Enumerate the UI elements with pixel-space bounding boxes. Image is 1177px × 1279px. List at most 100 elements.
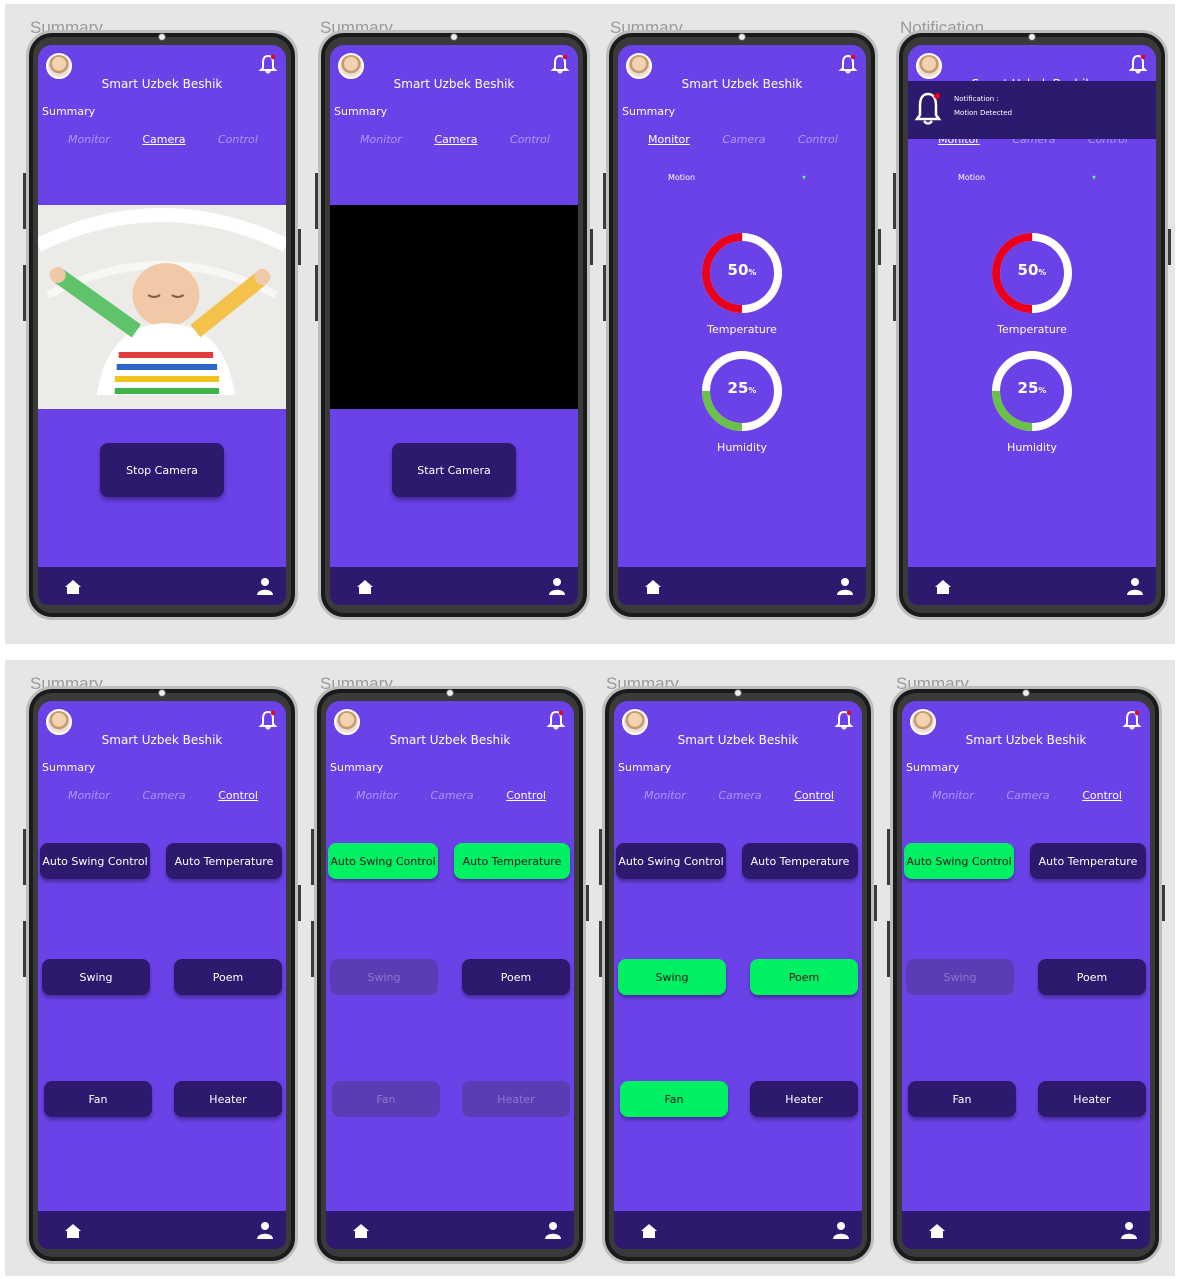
swing-button[interactable]: Swing xyxy=(330,959,438,995)
avatar[interactable] xyxy=(910,709,936,735)
side-button xyxy=(315,173,318,229)
poem-button[interactable]: Poem xyxy=(1038,959,1146,995)
avatar[interactable] xyxy=(338,53,364,79)
bottom-nav-bar xyxy=(326,1211,574,1249)
humidity-gauge: 25% xyxy=(700,349,784,433)
home-icon[interactable] xyxy=(644,579,662,595)
bell-icon[interactable] xyxy=(258,709,278,731)
tab-monitor[interactable]: Monitor xyxy=(644,789,686,802)
tab-monitor[interactable]: Monitor xyxy=(68,789,110,802)
tab-camera[interactable]: Camera xyxy=(142,133,185,146)
bell-icon[interactable] xyxy=(1122,709,1142,731)
bell-icon[interactable] xyxy=(546,709,566,731)
home-icon[interactable] xyxy=(64,579,82,595)
start-camera-button[interactable]: Start Camera xyxy=(392,443,516,497)
bell-icon[interactable] xyxy=(258,53,278,75)
side-button xyxy=(893,265,896,321)
tab-monitor[interactable]: Monitor xyxy=(648,133,690,146)
user-icon[interactable] xyxy=(832,1221,850,1239)
summary-label: Summary xyxy=(42,761,96,774)
swing-button[interactable]: Swing xyxy=(906,959,1014,995)
tab-monitor[interactable]: Monitor xyxy=(360,133,402,146)
humidity-number: 25 xyxy=(727,379,749,397)
tab-monitor[interactable]: Monitor xyxy=(356,789,398,802)
user-icon[interactable] xyxy=(548,577,566,595)
fan-button[interactable]: Fan xyxy=(332,1081,440,1117)
tab-control[interactable]: Control xyxy=(510,133,550,146)
tab-control[interactable]: Control xyxy=(506,789,546,802)
tab-camera[interactable]: Camera xyxy=(142,789,185,802)
poem-button[interactable]: Poem xyxy=(462,959,570,995)
home-icon[interactable] xyxy=(934,579,952,595)
tab-bar: Monitor Camera Control xyxy=(932,789,1122,802)
auto-temp-button[interactable]: Auto Temperature xyxy=(742,843,858,879)
tab-control[interactable]: Control xyxy=(794,789,834,802)
fan-button[interactable]: Fan xyxy=(908,1081,1016,1117)
temperature-unit: % xyxy=(748,268,757,277)
home-icon[interactable] xyxy=(640,1223,658,1239)
home-icon[interactable] xyxy=(64,1223,82,1239)
home-icon[interactable] xyxy=(352,1223,370,1239)
heater-button[interactable]: Heater xyxy=(750,1081,858,1117)
summary-label: Summary xyxy=(42,105,96,118)
auto-temp-button[interactable]: Auto Temperature xyxy=(1030,843,1146,879)
tab-control[interactable]: Control xyxy=(798,133,838,146)
user-icon[interactable] xyxy=(1120,1221,1138,1239)
tab-camera[interactable]: Camera xyxy=(434,133,477,146)
app-title: Smart Uzbek Beshik xyxy=(677,733,799,747)
side-button xyxy=(315,265,318,321)
heater-button[interactable]: Heater xyxy=(174,1081,282,1117)
stop-camera-button[interactable]: Stop Camera xyxy=(100,443,224,497)
tab-monitor[interactable]: Monitor xyxy=(932,789,974,802)
heater-button[interactable]: Heater xyxy=(462,1081,570,1117)
fan-button[interactable]: Fan xyxy=(44,1081,152,1117)
user-icon[interactable] xyxy=(1126,577,1144,595)
notification-banner[interactable]: Notification : Motion Detected xyxy=(908,81,1156,139)
swing-button[interactable]: Swing xyxy=(618,959,726,995)
user-icon[interactable] xyxy=(256,1221,274,1239)
fan-button[interactable]: Fan xyxy=(620,1081,728,1117)
auto-temp-button[interactable]: Auto Temperature xyxy=(454,843,570,879)
bell-icon[interactable] xyxy=(834,709,854,731)
auto-swing-button[interactable]: Auto Swing Control xyxy=(40,843,150,879)
home-icon[interactable] xyxy=(928,1223,946,1239)
avatar[interactable] xyxy=(626,53,652,79)
avatar[interactable] xyxy=(46,709,72,735)
tab-camera[interactable]: Camera xyxy=(718,789,761,802)
avatar[interactable] xyxy=(622,709,648,735)
bell-icon[interactable] xyxy=(838,53,858,75)
swing-button[interactable]: Swing xyxy=(42,959,150,995)
tab-camera[interactable]: Camera xyxy=(722,133,765,146)
auto-swing-button[interactable]: Auto Swing Control xyxy=(904,843,1014,879)
bottom-nav-bar xyxy=(330,567,578,605)
bell-icon[interactable] xyxy=(1128,53,1148,75)
tab-control[interactable]: Control xyxy=(218,789,258,802)
tab-control[interactable]: Control xyxy=(1082,789,1122,802)
user-icon[interactable] xyxy=(836,577,854,595)
side-button xyxy=(599,829,602,885)
tab-control[interactable]: Control xyxy=(218,133,258,146)
avatar[interactable] xyxy=(46,53,72,79)
side-button xyxy=(874,885,877,921)
tab-bar: Monitor Camera Control xyxy=(356,789,546,802)
auto-swing-button[interactable]: Auto Swing Control xyxy=(616,843,726,879)
side-button xyxy=(887,829,890,885)
bell-icon[interactable] xyxy=(550,53,570,75)
side-button xyxy=(23,921,26,977)
app-screen: Smart Uzbek Beshik Summary Monitor Camera Co… xyxy=(38,701,286,1249)
auto-swing-button[interactable]: Auto Swing Control xyxy=(328,843,438,879)
heater-button[interactable]: Heater xyxy=(1038,1081,1146,1117)
app-screen: Smart Uzbek Beshik Summary Monitor Camera Co… xyxy=(326,701,574,1249)
tab-monitor[interactable]: Monitor xyxy=(68,133,110,146)
home-icon[interactable] xyxy=(356,579,374,595)
auto-temp-button[interactable]: Auto Temperature xyxy=(166,843,282,879)
poem-button[interactable]: Poem xyxy=(750,959,858,995)
avatar[interactable] xyxy=(334,709,360,735)
avatar[interactable] xyxy=(916,53,942,79)
tab-camera[interactable]: Camera xyxy=(1006,789,1049,802)
poem-button[interactable]: Poem xyxy=(174,959,282,995)
side-button xyxy=(590,229,593,265)
user-icon[interactable] xyxy=(544,1221,562,1239)
tab-camera[interactable]: Camera xyxy=(430,789,473,802)
user-icon[interactable] xyxy=(256,577,274,595)
